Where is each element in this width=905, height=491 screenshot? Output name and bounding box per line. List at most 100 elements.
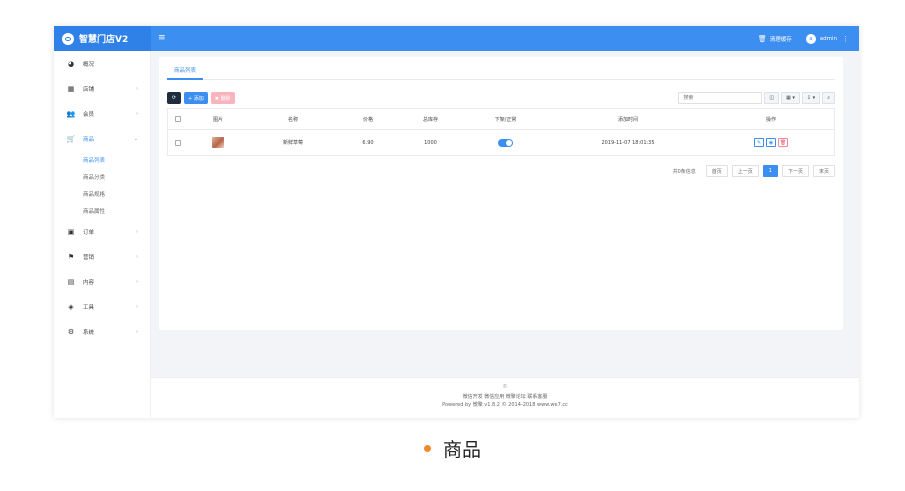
chevron-right-icon: › — [136, 85, 138, 92]
prev-page-button[interactable]: 上一页 — [731, 165, 759, 177]
chevron-right-icon: › — [136, 278, 138, 285]
caption-text: 商品 — [442, 438, 481, 461]
search-bar: ◫ ▦ ▾ ⇩ ▾ ⌕ — [678, 92, 835, 104]
toggle-view-button[interactable]: ◫ — [764, 92, 780, 104]
sidebar-item-content[interactable]: ▤ 内容 › — [54, 269, 150, 294]
refresh-icon: ⟳ — [171, 95, 177, 101]
sidebar-item-label: 营销 — [83, 254, 95, 261]
sidebar-item-label: 概况 — [83, 61, 95, 68]
header-status: 下架/正常 — [494, 116, 517, 123]
top-navbar: 智慧门店V2 ≡ 🗑 清理缓存 a admin ⋮ — [54, 26, 859, 51]
toolbar: ⟳ + 添加 ✖ 删除 — [167, 92, 235, 105]
clear-cache-label: 清理缓存 — [769, 36, 792, 43]
user-name[interactable]: admin — [820, 36, 837, 42]
file-icon: ▤ — [67, 277, 75, 286]
chevron-right-icon: › — [136, 328, 138, 335]
sidebar-item-overview[interactable]: ◕ 概况 — [54, 51, 150, 76]
chevron-right-icon: › — [136, 228, 138, 235]
goods-table: 图片 名称 价格 总库存 下架/正常 添加时间 操作 新鲜草莓 6.90 100… — [167, 108, 835, 156]
chevron-down-icon: ⌄ — [133, 135, 138, 142]
record-count: 共0条信息 — [672, 168, 696, 175]
search-input[interactable] — [678, 92, 763, 104]
sidebar-item-label: 系统 — [83, 329, 95, 336]
chevron-right-icon: › — [136, 253, 138, 260]
footer: © 微信开发 微信应用 微擎论坛 联系客服 Powered by 微擎 v1.8… — [151, 377, 859, 418]
delete-row-button[interactable]: 🗑 — [778, 138, 788, 147]
product-price: 6.90 — [362, 139, 374, 146]
more-vertical-icon[interactable]: ⋮ — [842, 35, 849, 43]
brand-title: 智慧门店V2 — [79, 35, 129, 45]
menu-icon[interactable]: ≡ — [158, 33, 166, 43]
sidebar-item-label: 订单 — [83, 229, 95, 236]
sidebar-item-label: 店铺 — [83, 86, 95, 93]
eye-icon: ◉ — [768, 139, 774, 146]
current-page-button[interactable]: 1 — [762, 165, 778, 177]
select-all-checkbox[interactable] — [175, 116, 181, 122]
status-cell — [463, 130, 548, 155]
product-stock: 1000 — [424, 139, 437, 146]
sidebar-item-members[interactable]: 👥 会员 › — [54, 101, 150, 126]
cube-icon: ◈ — [68, 302, 74, 311]
tab-goods-list[interactable]: 商品列表 — [167, 65, 204, 80]
table-header: 图片 名称 价格 总库存 下架/正常 添加时间 操作 — [168, 109, 834, 130]
footer-copyright-mark: © — [502, 384, 508, 390]
search-icon[interactable]: ⌕ — [822, 92, 835, 104]
row-checkbox-cell — [168, 130, 188, 155]
gear-icon: ⚙ — [67, 327, 75, 336]
cart-icon: 🛒 — [66, 134, 76, 143]
header-stock: 总库存 — [422, 116, 438, 123]
chevron-right-icon: › — [136, 110, 138, 117]
grid-icon: ▦ — [67, 84, 75, 93]
sidebar: ◕ 概况 ▦ 店铺 › 👥 会员 › 🛒 商品 ⌄ 商品列表 商品分类 商品规格… — [54, 51, 151, 418]
users-icon: 👥 — [66, 109, 76, 118]
last-page-button[interactable]: 末页 — [812, 165, 835, 177]
header-actions: 操作 — [765, 116, 776, 123]
sidebar-item-label: 商品 — [83, 136, 95, 143]
sidebar-subitem-goods-attr[interactable]: 商品属性 — [54, 202, 150, 219]
refresh-button[interactable]: ⟳ — [167, 92, 181, 104]
sidebar-item-orders[interactable]: ▣ 订单 › — [54, 219, 150, 244]
sidebar-item-marketing[interactable]: ⚑ 营销 › — [54, 244, 150, 269]
brand[interactable]: 智慧门店V2 — [54, 26, 151, 51]
header-name: 名称 — [287, 116, 298, 123]
app-window: 智慧门店V2 ≡ 🗑 清理缓存 a admin ⋮ ◕ 概况 ▦ 店铺 › 👥 … — [54, 26, 859, 418]
sidebar-subitem-goods-list[interactable]: 商品列表 — [54, 151, 150, 168]
footer-powered-by: Powered by 微擎 v1.8.2 © 2014-2018 www.we7… — [442, 402, 568, 408]
order-icon: ▣ — [67, 227, 75, 236]
product-thumbnail[interactable] — [212, 137, 224, 148]
row-checkbox[interactable] — [175, 139, 181, 146]
export-button[interactable]: ⇩ ▾ — [801, 92, 821, 104]
image-cell — [188, 130, 248, 155]
clear-cache-button[interactable]: 🗑 清理缓存 — [758, 35, 792, 43]
dashboard-icon: ◕ — [67, 59, 75, 68]
first-page-button[interactable]: 首页 — [705, 165, 728, 177]
content-panel: 商品列表 ⟳ + 添加 ✖ 删除 ◫ ▦ ▾ ⇩ ▾ ⌕ 图片 名称 价格 — [159, 57, 843, 330]
edit-button[interactable]: ✎ — [754, 138, 764, 147]
status-toggle[interactable] — [498, 138, 513, 147]
header-checkbox-cell — [168, 109, 188, 129]
flag-icon: ⚑ — [67, 252, 75, 261]
caption: 商品 — [0, 436, 905, 461]
pencil-icon: ✎ — [756, 139, 762, 146]
table-row: 新鲜草莓 6.90 1000 2019-11-07 18:01:35 ✎ ◉ 🗑 — [168, 130, 834, 155]
logo-icon — [62, 32, 74, 45]
next-page-button[interactable]: 下一页 — [781, 165, 809, 177]
sidebar-item-goods[interactable]: 🛒 商品 ⌄ — [54, 126, 150, 151]
header-image: 图片 — [212, 116, 223, 123]
sidebar-item-store[interactable]: ▦ 店铺 › — [54, 76, 150, 101]
sidebar-subitem-goods-spec[interactable]: 商品规格 — [54, 185, 150, 202]
avatar[interactable]: a — [805, 33, 816, 44]
product-name: 新鲜草莓 — [282, 140, 303, 146]
footer-links[interactable]: 微信开发 微信应用 微擎论坛 联系客服 — [151, 393, 859, 400]
sidebar-item-system[interactable]: ⚙ 系统 › — [54, 319, 150, 344]
columns-button[interactable]: ▦ ▾ — [781, 92, 800, 104]
pagination: 共0条信息 首页 上一页 1 下一页 末页 — [673, 165, 835, 177]
sidebar-subitem-goods-category[interactable]: 商品分类 — [54, 168, 150, 185]
trash-icon: 🗑 — [779, 139, 787, 146]
view-button[interactable]: ◉ — [766, 138, 776, 147]
sidebar-item-label: 工具 — [83, 304, 95, 311]
product-added-time: 2019-11-07 18:01:35 — [601, 139, 655, 146]
delete-button[interactable]: ✖ 删除 — [210, 92, 235, 104]
sidebar-item-tools[interactable]: ◈ 工具 › — [54, 294, 150, 319]
add-button[interactable]: + 添加 — [184, 92, 208, 104]
